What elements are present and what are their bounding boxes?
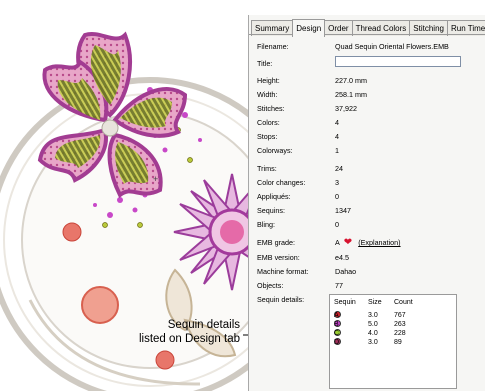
colorways-value: 1: [335, 146, 339, 155]
title-label: Title:: [257, 59, 273, 68]
height-label: Height:: [257, 76, 280, 85]
header-count: Count: [394, 299, 413, 306]
sequin-count: 767: [394, 312, 406, 319]
svg-text:+: +: [153, 174, 158, 184]
width-value: 258.1 mm: [335, 90, 367, 99]
colorways-label: Colorways:: [257, 146, 293, 155]
objects-value: 77: [335, 281, 343, 290]
sequin-id: A: [334, 312, 339, 319]
sequin-size: 3.0: [368, 339, 378, 346]
emb-grade-label: EMB grade:: [257, 238, 295, 247]
tab-bar: Summary Design Order Thread Colors Stitching…: [251, 18, 485, 37]
sequin-count: 89: [394, 339, 402, 346]
color-changes-value: 3: [335, 178, 339, 187]
stitches-value: 37,922: [335, 104, 357, 113]
sequin-details-table[interactable]: Sequin Size Count A 3.0 767 B 5.0 263 C …: [329, 294, 457, 389]
colors-value: 4: [335, 118, 339, 127]
tab-design[interactable]: Design: [292, 19, 326, 37]
sequins-value: 1347: [335, 206, 351, 215]
header-sequin: Sequin: [334, 299, 356, 306]
trims-value: 24: [335, 164, 343, 173]
machine-format-label: Machine format:: [257, 267, 309, 276]
filename-value: Quad Sequin Oriental Flowers.EMB: [335, 42, 449, 51]
height-value: 227.0 mm: [335, 76, 367, 85]
colors-label: Colors:: [257, 118, 280, 127]
emb-version-value: e4.5: [335, 253, 349, 262]
sequin-count: 228: [394, 330, 406, 337]
callout-line-1: Sequin details: [167, 319, 240, 331]
callout-line-2: listed on Design tab: [138, 333, 240, 345]
appliques-label: Appliqués:: [257, 192, 291, 201]
machine-format-value: Dahao: [335, 267, 357, 276]
bling-value: 0: [335, 220, 339, 229]
stitches-label: Stitches:: [257, 104, 285, 113]
title-input[interactable]: [335, 56, 461, 67]
sequin-count: 263: [394, 321, 406, 328]
bling-label: Bling:: [257, 220, 275, 229]
callout-text: Sequin details listed on Design tab: [120, 318, 240, 346]
stops-value: 4: [335, 132, 339, 141]
emb-grade-value-group: A ❤ (Explanation): [335, 237, 401, 248]
sequin-id: C: [334, 330, 340, 337]
width-label: Width:: [257, 90, 278, 99]
design-properties-panel: Summary Design Order Thread Colors Stitching…: [248, 15, 485, 391]
sequin-id: B: [334, 321, 339, 328]
heart-icon: ❤: [343, 237, 353, 248]
sequin-id: D: [334, 339, 340, 346]
emb-version-label: EMB version:: [257, 253, 300, 262]
stops-label: Stops:: [257, 132, 278, 141]
header-size: Size: [368, 299, 382, 306]
sequin-size: 5.0: [368, 321, 378, 328]
sequin-size: 3.0: [368, 312, 378, 319]
filename-label: Filename:: [257, 42, 289, 51]
trims-label: Trims:: [257, 164, 277, 173]
tab-divider: [249, 34, 485, 35]
color-changes-label: Color changes:: [257, 178, 306, 187]
explanation-link[interactable]: (Explanation): [358, 238, 400, 247]
objects-label: Objects:: [257, 281, 284, 290]
sequin-size: 4.0: [368, 330, 378, 337]
appliques-value: 0: [335, 192, 339, 201]
sequins-label: Sequins:: [257, 206, 285, 215]
emb-grade-value: A: [335, 238, 340, 247]
